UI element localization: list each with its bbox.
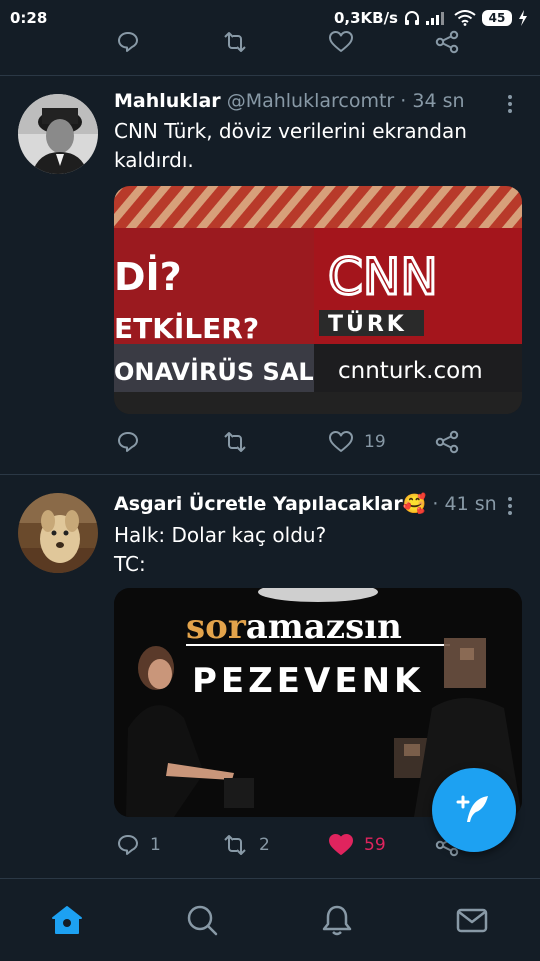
media-logo-bottom: TÜRK bbox=[328, 311, 407, 337]
tweet-mahluklar[interactable]: Mahluklar @Mahluklarcomtr · 34 sn CNN Tü… bbox=[0, 76, 540, 474]
tweet-time: 34 sn bbox=[412, 90, 465, 112]
nav-home[interactable] bbox=[50, 903, 84, 937]
author-name[interactable]: Mahluklar bbox=[114, 90, 221, 112]
reply-button[interactable] bbox=[116, 430, 140, 454]
share-button[interactable] bbox=[434, 430, 460, 454]
like-button[interactable]: 19 bbox=[328, 430, 386, 454]
tweet-text-line: Halk: Dolar kaç oldu? bbox=[114, 523, 327, 547]
compose-tweet-button[interactable] bbox=[432, 768, 516, 852]
media-url: cnnturk.com bbox=[338, 358, 483, 384]
reply-button[interactable]: 1 bbox=[116, 833, 161, 857]
status-time: 0:28 bbox=[10, 9, 48, 27]
author-handle[interactable]: @Mahluklarcomtr bbox=[227, 90, 395, 112]
wifi-icon bbox=[454, 10, 476, 26]
notifications-icon bbox=[322, 905, 352, 936]
retweet-icon bbox=[224, 835, 246, 855]
retweet-button[interactable]: 2 bbox=[221, 833, 270, 857]
avatar[interactable] bbox=[18, 94, 98, 174]
more-options-icon[interactable] bbox=[508, 92, 514, 116]
retweet-count: 2 bbox=[259, 835, 270, 855]
media-headline-1: Dİ? bbox=[114, 255, 182, 299]
previous-tweet-actions bbox=[0, 30, 540, 60]
media-ticker: ONAVİRÜS SAL bbox=[114, 356, 314, 386]
tweet-header: Asgari Ücretle Yapılacaklar🥰 · 41 sn bbox=[114, 492, 500, 515]
heart-icon bbox=[329, 431, 353, 452]
reply-count: 1 bbox=[150, 835, 161, 855]
charging-icon bbox=[519, 10, 527, 26]
tweet-time: 41 sn bbox=[444, 493, 497, 515]
separator-dot: · bbox=[432, 493, 439, 515]
heart-icon bbox=[329, 31, 353, 52]
author-name[interactable]: Asgari Ücretle Yapılacaklar bbox=[114, 493, 403, 515]
tweet-header: Mahluklar @Mahluklarcomtr · 34 sn bbox=[114, 90, 500, 112]
tweet-text-line: TC: bbox=[114, 552, 146, 576]
retweet-button[interactable] bbox=[221, 30, 249, 54]
reply-icon bbox=[118, 835, 138, 855]
tweet-actions: 19 bbox=[0, 430, 540, 460]
reply-icon bbox=[118, 432, 138, 452]
retweet-icon bbox=[224, 432, 246, 452]
messages-icon bbox=[456, 908, 488, 933]
search-icon bbox=[187, 905, 218, 936]
battery-indicator: 45 bbox=[482, 10, 512, 26]
retweet-icon bbox=[224, 32, 246, 52]
avatar[interactable] bbox=[18, 493, 98, 573]
status-indicators: 0,3KB/s 45 bbox=[334, 9, 528, 27]
share-button[interactable] bbox=[434, 30, 460, 54]
reply-icon bbox=[118, 32, 138, 52]
like-button[interactable]: 59 bbox=[328, 833, 386, 857]
tweet-image-cnn[interactable]: Dİ? ETKİLER? ONAVİRÜS SAL CNN TÜRK cnntu… bbox=[114, 186, 522, 414]
nav-messages[interactable] bbox=[455, 903, 489, 937]
media-subtitle: PEZEVENK bbox=[192, 661, 424, 701]
separator-dot: · bbox=[400, 90, 407, 112]
media-title-rest: amazsın bbox=[246, 607, 402, 647]
reply-button[interactable] bbox=[116, 30, 140, 54]
share-icon bbox=[435, 30, 459, 54]
like-count: 59 bbox=[364, 835, 386, 855]
like-button[interactable] bbox=[328, 30, 354, 54]
media-headline-2: ETKİLER? bbox=[114, 311, 259, 345]
share-icon bbox=[435, 430, 459, 454]
more-options-icon[interactable] bbox=[508, 494, 514, 518]
tweet-text: CNN Türk, döviz verilerini ekrandan kald… bbox=[114, 119, 467, 172]
nav-notifications[interactable] bbox=[320, 903, 354, 937]
tweet-text: Halk: Dolar kaç oldu? TC: bbox=[114, 521, 510, 579]
headphones-icon bbox=[405, 11, 419, 25]
media-title-highlight: sor bbox=[186, 607, 247, 647]
home-icon bbox=[52, 906, 82, 934]
smiling-face-hearts-emoji: 🥰 bbox=[402, 493, 427, 515]
like-count: 19 bbox=[364, 432, 386, 452]
nav-search[interactable] bbox=[185, 903, 219, 937]
heart-filled-icon bbox=[329, 834, 353, 855]
signal-icon bbox=[426, 12, 444, 25]
media-logo-top: CNN bbox=[328, 248, 438, 306]
compose-tweet-icon bbox=[456, 795, 488, 822]
svg-text:soramazsın: soramazsın bbox=[186, 607, 402, 647]
network-speed: 0,3KB/s bbox=[333, 9, 398, 27]
bottom-navigation bbox=[0, 878, 540, 961]
retweet-button[interactable] bbox=[221, 430, 249, 454]
